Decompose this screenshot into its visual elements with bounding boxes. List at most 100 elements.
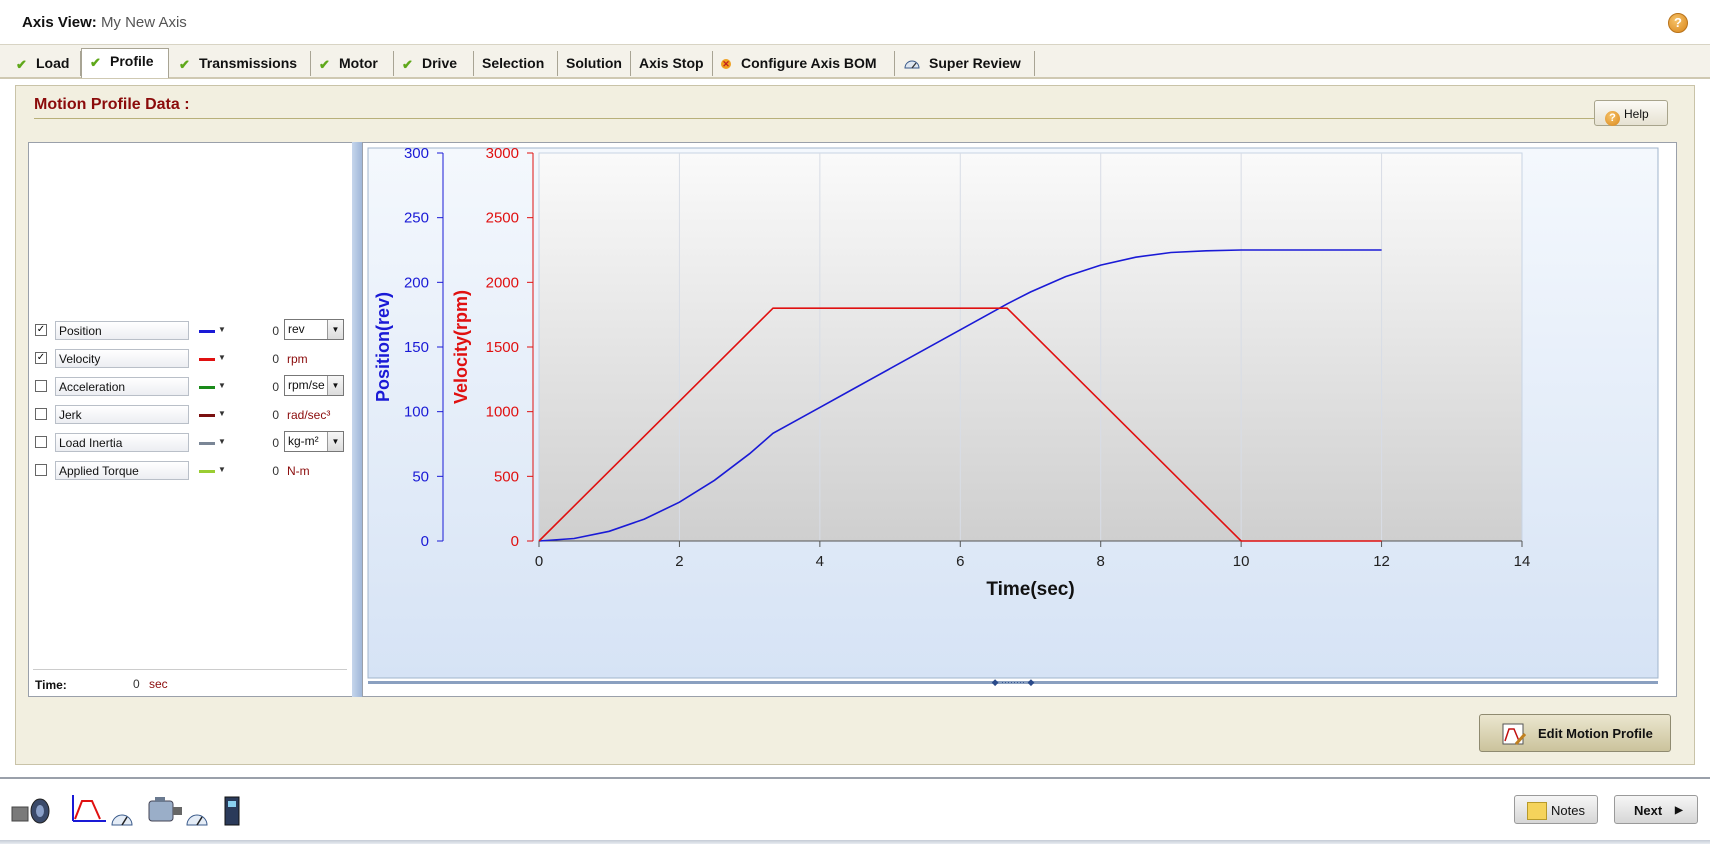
y-tick-label: 50 (412, 468, 429, 485)
series-checkbox[interactable]: ✓ (35, 352, 47, 364)
tab-motor[interactable]: ✔ Motor (311, 51, 394, 76)
chevron-down-icon[interactable]: ▼ (327, 432, 343, 451)
chevron-down-icon[interactable]: ▼ (218, 409, 226, 418)
tab-super-review[interactable]: Super Review (895, 51, 1035, 76)
series-checkbox[interactable]: ✓ (35, 324, 47, 336)
line-color-swatch[interactable] (199, 414, 215, 417)
chevron-down-icon[interactable]: ▼ (218, 437, 226, 446)
series-name[interactable]: Acceleration (55, 377, 189, 396)
y-tick-label: 200 (404, 274, 429, 291)
motion-profile-chart: ◆ ········ ◆ 050100150200250300Position(… (367, 145, 1659, 687)
motor-icon[interactable] (145, 793, 185, 829)
y-tick-label: 2000 (486, 274, 519, 291)
line-color-swatch[interactable] (199, 442, 215, 445)
x-tick-label: 4 (816, 553, 824, 570)
notes-icon (1527, 802, 1547, 820)
chevron-down-icon[interactable]: ▼ (327, 320, 343, 339)
tab-bar: ✔ Load ✔ Profile ✔ Transmissions ✔ Motor ✔ Dr… (0, 45, 1710, 79)
help-label: Help (1624, 107, 1649, 121)
series-name[interactable]: Velocity (55, 349, 189, 368)
tab-selection[interactable]: Selection (474, 51, 558, 76)
check-icon: ✔ (402, 57, 413, 72)
tab-label: Drive (422, 55, 458, 71)
series-row-position: ✓ Position ▼ 0 rev ▼ (29, 319, 351, 341)
unit-select-value: rev (288, 322, 305, 336)
time-label: Time: (35, 678, 67, 692)
gauge-icon[interactable] (110, 807, 134, 827)
x-tick-label: 14 (1514, 553, 1531, 570)
tab-drive[interactable]: ✔ Drive (394, 51, 474, 76)
line-color-swatch[interactable] (199, 470, 215, 473)
chart-container: ◆ ········ ◆ 0 50 100 150 200 250 300 Position(… (362, 142, 1677, 697)
series-checkbox[interactable] (35, 408, 47, 420)
y-axis-label: Velocity(rpm) (451, 290, 471, 404)
tab-label: Super Review (929, 55, 1021, 71)
series-row-acceleration: Acceleration ▼ 0 rpm/se ▼ (29, 375, 351, 397)
chevron-down-icon[interactable]: ▼ (218, 465, 226, 474)
y-tick-label: 150 (404, 339, 429, 356)
series-checkbox[interactable] (35, 464, 47, 476)
chevron-down-icon[interactable]: ▼ (218, 353, 226, 362)
check-icon: ✔ (16, 57, 27, 72)
edit-motion-profile-button[interactable]: Edit Motion Profile (1479, 714, 1671, 752)
y-tick-label: 300 (404, 145, 429, 162)
tab-profile[interactable]: ✔ Profile (81, 48, 169, 78)
title-divider (34, 118, 1609, 119)
gauge-icon (904, 60, 920, 69)
title-bar: Axis View: My New Axis ? (0, 0, 1710, 45)
series-name[interactable]: Position (55, 321, 189, 340)
tab-label: Profile (110, 53, 154, 69)
tab-configure-axis-bom[interactable]: ✕ Configure Axis BOM (713, 51, 895, 76)
series-checkbox[interactable] (35, 436, 47, 448)
help-button[interactable]: ? Help (1594, 100, 1668, 126)
splitter-grip-icon[interactable]: ◆ ········ ◆ (992, 677, 1035, 687)
line-color-swatch[interactable] (199, 386, 215, 389)
question-icon[interactable]: ? (1668, 13, 1688, 33)
series-row-jerk: Jerk ▼ 0 rad/sec³ (29, 405, 351, 425)
window-title-label: Axis View: (22, 14, 97, 31)
y-tick-label: 1500 (486, 339, 519, 356)
tab-axis-stop[interactable]: Axis Stop (631, 51, 713, 76)
y-axis-label: Position(rev) (373, 292, 393, 402)
profile-icon[interactable] (70, 793, 110, 829)
x-tick-label: 10 (1233, 553, 1250, 570)
check-icon: ✔ (179, 57, 190, 72)
series-checkbox[interactable] (35, 380, 47, 392)
y-tick-label: 0 (511, 533, 519, 550)
notes-label: Notes (1551, 803, 1585, 818)
chevron-down-icon[interactable]: ▼ (218, 381, 226, 390)
chevron-down-icon[interactable]: ▼ (218, 325, 226, 334)
series-name[interactable]: Applied Torque (55, 461, 189, 480)
chevron-down-icon[interactable]: ▼ (327, 376, 343, 395)
line-color-swatch[interactable] (199, 330, 215, 333)
series-name[interactable]: Jerk (55, 405, 189, 424)
error-icon: ✕ (721, 59, 731, 69)
tab-load[interactable]: ✔ Load (8, 51, 81, 76)
next-button[interactable]: Next ▶ (1614, 795, 1698, 824)
x-tick-label: 6 (956, 553, 964, 570)
axis-name: My New Axis (100, 14, 187, 31)
x-axis-label: Time(sec) (986, 579, 1074, 600)
edit-profile-icon (1502, 723, 1526, 746)
panel-splitter[interactable] (352, 142, 362, 697)
series-row-load-inertia: Load Inertia ▼ 0 kg-m² ▼ (29, 431, 351, 453)
line-color-swatch[interactable] (199, 358, 215, 361)
unit-select[interactable]: kg-m² ▼ (284, 431, 344, 452)
check-icon: ✔ (90, 55, 101, 70)
tab-solution[interactable]: Solution (558, 51, 631, 76)
series-row-velocity: ✓ Velocity ▼ 0 rpm (29, 349, 351, 369)
unit-select[interactable]: rev ▼ (284, 319, 344, 340)
check-icon: ✔ (319, 57, 330, 72)
time-unit: sec (149, 677, 168, 691)
notes-button[interactable]: Notes (1514, 795, 1598, 824)
tab-label: Motor (339, 55, 378, 71)
unit-select[interactable]: rpm/se ▼ (284, 375, 344, 396)
tab-label: Transmissions (199, 55, 298, 71)
drive-icon[interactable] (222, 793, 242, 829)
y-tick-label: 2500 (486, 210, 519, 227)
y-tick-label: 100 (404, 404, 429, 421)
tab-transmissions[interactable]: ✔ Transmissions (171, 51, 311, 76)
motor-load-icon[interactable] (10, 793, 50, 829)
gauge-icon[interactable] (185, 807, 209, 827)
series-name[interactable]: Load Inertia (55, 433, 189, 452)
